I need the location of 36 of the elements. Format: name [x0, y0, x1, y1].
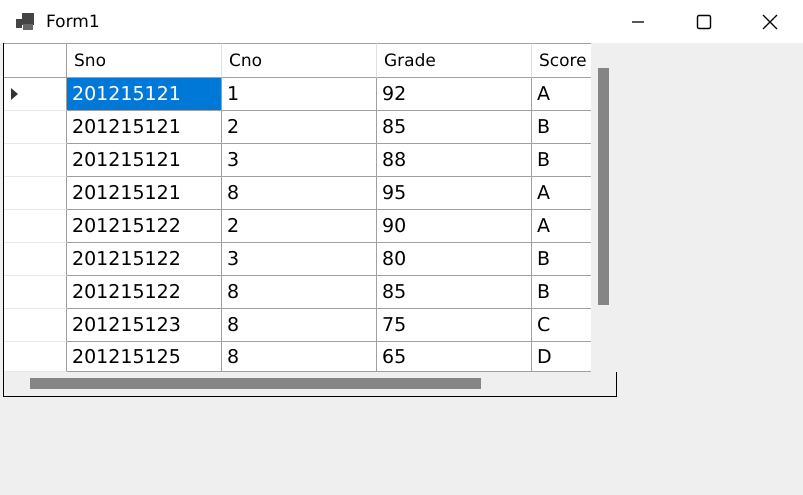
table-cell[interactable]: 3 — [222, 243, 377, 276]
column-header[interactable]: Cno — [222, 43, 377, 78]
table-cell[interactable]: 85 — [377, 276, 532, 309]
table-cell[interactable]: 88 — [377, 144, 532, 177]
table-cell[interactable]: 1 — [222, 78, 377, 111]
table-cell[interactable]: 201215121 — [67, 177, 222, 210]
table-cell[interactable]: 201215121 — [67, 144, 222, 177]
table-cell[interactable]: 201215122 — [67, 210, 222, 243]
table-cell[interactable]: 65 — [377, 342, 532, 372]
table-cell[interactable]: 8 — [222, 309, 377, 342]
table-cell[interactable]: 2 — [222, 210, 377, 243]
table-cell[interactable]: 201215122 — [67, 276, 222, 309]
current-row-icon — [11, 88, 18, 100]
minimize-icon — [632, 20, 644, 22]
table-cell[interactable]: 201215125 — [67, 342, 222, 372]
table-cell[interactable]: 8 — [222, 177, 377, 210]
maximize-icon — [696, 14, 712, 30]
table-cell[interactable]: 3 — [222, 144, 377, 177]
table-cell[interactable]: 201215122 — [67, 243, 222, 276]
app-icon — [16, 12, 36, 30]
table-cell[interactable]: 85 — [377, 111, 532, 144]
table-cell[interactable]: 201215121 — [67, 111, 222, 144]
table-cell[interactable]: 92 — [377, 78, 532, 111]
table-cell[interactable]: 201215123 — [67, 309, 222, 342]
column-header[interactable]: Grade — [377, 43, 532, 78]
close-icon — [762, 14, 778, 30]
window-title: Form1 — [46, 12, 101, 32]
table-cell[interactable]: 90 — [377, 210, 532, 243]
column-header[interactable]: Sno — [67, 43, 222, 78]
table-cell[interactable]: 8 — [222, 342, 377, 372]
table-cell[interactable]: 8 — [222, 276, 377, 309]
table-cell[interactable]: 75 — [377, 309, 532, 342]
table-cell[interactable]: 95 — [377, 177, 532, 210]
table-cell[interactable]: 2 — [222, 111, 377, 144]
table-cell[interactable]: 80 — [377, 243, 532, 276]
table-cell[interactable]: 201215121 — [67, 78, 222, 111]
